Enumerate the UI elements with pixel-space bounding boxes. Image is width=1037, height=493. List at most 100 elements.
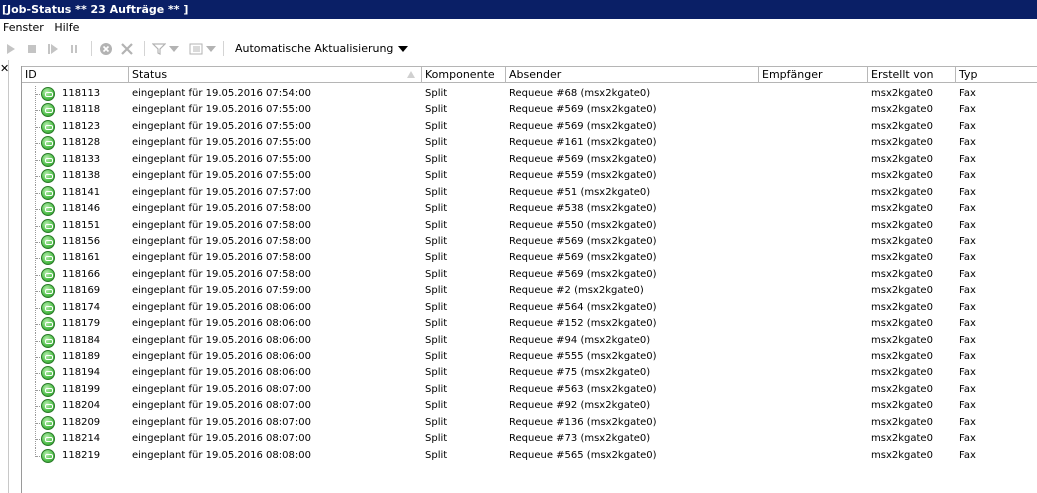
cell-erstellt-von: msx2kgate0 bbox=[871, 104, 933, 116]
table-row[interactable]: 118151 eingeplant für 19.05.2016 07:58:00… bbox=[22, 217, 1037, 235]
cell-typ: Fax bbox=[959, 104, 976, 116]
filter-dropdown-icon[interactable] bbox=[169, 45, 179, 52]
list-view-icon[interactable] bbox=[189, 41, 203, 57]
cell-status: eingeplant für 19.05.2016 07:57:00 bbox=[132, 186, 311, 198]
toolbar-separator bbox=[223, 41, 224, 56]
column-header-status[interactable]: Status bbox=[129, 67, 422, 83]
cell-id: 118204 bbox=[62, 400, 101, 412]
step-icon[interactable] bbox=[46, 41, 60, 57]
table-row[interactable]: 118156 eingeplant für 19.05.2016 07:58:00… bbox=[22, 233, 1037, 251]
column-header-erstellt-von[interactable]: Erstellt von bbox=[868, 67, 956, 83]
cell-id: 118194 bbox=[62, 367, 101, 379]
cell-status: eingeplant für 19.05.2016 08:06:00 bbox=[132, 318, 311, 330]
table-row[interactable]: 118219 eingeplant für 19.05.2016 08:08:00… bbox=[22, 447, 1037, 464]
pause-icon[interactable] bbox=[67, 41, 81, 57]
cell-komponente: Split bbox=[425, 367, 448, 379]
table-row[interactable]: 118179 eingeplant für 19.05.2016 08:06:00… bbox=[22, 316, 1037, 334]
cell-absender: Requeue #569 (msx2kgate0) bbox=[509, 153, 657, 165]
cell-status: eingeplant für 19.05.2016 08:06:00 bbox=[132, 351, 311, 362]
table-row[interactable]: 118133 eingeplant für 19.05.2016 07:55:00… bbox=[22, 151, 1037, 169]
table-row[interactable]: 118169 eingeplant für 19.05.2016 07:59:00… bbox=[22, 283, 1037, 301]
cell-erstellt-von: msx2kgate0 bbox=[871, 219, 933, 231]
delete-icon[interactable] bbox=[120, 41, 134, 57]
cell-komponente: Split bbox=[425, 416, 448, 428]
column-header-absender[interactable]: Absender bbox=[506, 67, 759, 83]
cell-empfaenger bbox=[762, 349, 867, 365]
job-status-icon bbox=[41, 284, 55, 299]
cell-absender: Requeue #161 (msx2kgate0) bbox=[509, 137, 657, 149]
menu-hilfe[interactable]: Hilfe bbox=[54, 21, 79, 34]
table-row[interactable]: 118118 eingeplant für 19.05.2016 07:55:00… bbox=[22, 102, 1037, 120]
cell-empfaenger bbox=[762, 250, 867, 266]
menu-fenster[interactable]: Fenster bbox=[3, 21, 44, 34]
sort-ascending-icon bbox=[407, 71, 415, 78]
cell-typ: Fax bbox=[959, 449, 976, 461]
cell-absender: Requeue #94 (msx2kgate0) bbox=[509, 334, 651, 346]
cell-empfaenger bbox=[762, 415, 867, 431]
filter-icon[interactable] bbox=[152, 41, 166, 57]
cell-komponente: Split bbox=[425, 334, 448, 346]
cell-id: 118141 bbox=[62, 186, 101, 198]
table-row[interactable]: 118138 eingeplant für 19.05.2016 07:55:00… bbox=[22, 168, 1037, 186]
cell-status: eingeplant für 19.05.2016 07:55:00 bbox=[132, 137, 311, 149]
cell-absender: Requeue #538 (msx2kgate0) bbox=[509, 203, 657, 215]
cell-empfaenger bbox=[762, 135, 867, 151]
cell-absender: Requeue #51 (msx2kgate0) bbox=[509, 186, 651, 198]
job-status-icon bbox=[41, 136, 55, 151]
table-row[interactable]: 118146 eingeplant für 19.05.2016 07:58:00… bbox=[22, 201, 1037, 219]
cell-komponente: Split bbox=[425, 449, 448, 461]
column-header-komponente[interactable]: Komponente bbox=[422, 67, 506, 83]
list-view-dropdown-icon[interactable] bbox=[206, 45, 216, 52]
cell-status: eingeplant für 19.05.2016 07:55:00 bbox=[132, 104, 311, 116]
table-row[interactable]: 118209 eingeplant für 19.05.2016 08:07:00… bbox=[22, 414, 1037, 432]
cell-komponente: Split bbox=[425, 137, 448, 149]
cell-status: eingeplant für 19.05.2016 08:08:00 bbox=[132, 449, 311, 461]
table-row[interactable]: 118166 eingeplant für 19.05.2016 07:58:00… bbox=[22, 266, 1037, 284]
table-row[interactable]: 118113 eingeplant für 19.05.2016 07:54:00… bbox=[22, 86, 1037, 103]
cell-status: eingeplant für 19.05.2016 08:07:00 bbox=[132, 433, 311, 445]
table-header: ID Status Komponente Absender Empfänger … bbox=[22, 66, 1037, 83]
cell-id: 118219 bbox=[62, 449, 101, 461]
stop-icon[interactable] bbox=[25, 41, 39, 57]
cell-empfaenger bbox=[762, 168, 867, 184]
cell-id: 118161 bbox=[62, 252, 101, 264]
cell-typ: Fax bbox=[959, 120, 976, 132]
cell-erstellt-von: msx2kgate0 bbox=[871, 137, 933, 149]
auto-refresh-label[interactable]: Automatische Aktualisierung bbox=[235, 42, 393, 55]
table-row[interactable]: 118174 eingeplant für 19.05.2016 08:06:00… bbox=[22, 299, 1037, 317]
column-header-id[interactable]: ID bbox=[22, 67, 129, 83]
table-row[interactable]: 118184 eingeplant für 19.05.2016 08:06:00… bbox=[22, 332, 1037, 350]
table-row[interactable]: 118194 eingeplant für 19.05.2016 08:06:00… bbox=[22, 365, 1037, 383]
table-row[interactable]: 118214 eingeplant für 19.05.2016 08:07:00… bbox=[22, 431, 1037, 449]
table-row[interactable]: 118128 eingeplant für 19.05.2016 07:55:00… bbox=[22, 135, 1037, 153]
job-status-icon bbox=[41, 152, 55, 167]
table-row[interactable]: 118199 eingeplant für 19.05.2016 08:07:00… bbox=[22, 381, 1037, 399]
cell-erstellt-von: msx2kgate0 bbox=[871, 203, 933, 215]
table-row[interactable]: 118123 eingeplant für 19.05.2016 07:55:00… bbox=[22, 118, 1037, 136]
cell-empfaenger bbox=[762, 398, 867, 414]
job-status-icon bbox=[41, 399, 55, 414]
cell-typ: Fax bbox=[959, 301, 976, 313]
cell-erstellt-von: msx2kgate0 bbox=[871, 170, 933, 182]
cell-erstellt-von: msx2kgate0 bbox=[871, 252, 933, 264]
cell-typ: Fax bbox=[959, 383, 976, 395]
column-header-empfaenger[interactable]: Empfänger bbox=[759, 67, 868, 83]
table-row[interactable]: 118161 eingeplant für 19.05.2016 07:58:00… bbox=[22, 250, 1037, 268]
cell-status: eingeplant für 19.05.2016 07:55:00 bbox=[132, 120, 311, 132]
table-row[interactable]: 118189 eingeplant für 19.05.2016 08:06:00… bbox=[22, 349, 1037, 366]
job-status-icon bbox=[41, 333, 55, 348]
cell-empfaenger bbox=[762, 152, 867, 168]
auto-refresh-dropdown-icon[interactable] bbox=[398, 45, 409, 52]
table-row[interactable]: 118204 eingeplant für 19.05.2016 08:07:00… bbox=[22, 398, 1037, 416]
job-status-icon bbox=[41, 87, 55, 101]
column-header-status-label: Status bbox=[132, 68, 168, 81]
play-icon[interactable] bbox=[4, 41, 18, 57]
cell-id: 118166 bbox=[62, 268, 101, 280]
cell-typ: Fax bbox=[959, 170, 976, 182]
cancel-icon[interactable] bbox=[99, 41, 113, 57]
job-status-icon bbox=[41, 251, 55, 266]
table-row[interactable]: 118141 eingeplant für 19.05.2016 07:57:00… bbox=[22, 184, 1037, 202]
cell-id: 118133 bbox=[62, 153, 101, 165]
close-icon[interactable]: ✕ bbox=[0, 63, 9, 74]
column-header-typ[interactable]: Typ bbox=[956, 67, 1037, 83]
